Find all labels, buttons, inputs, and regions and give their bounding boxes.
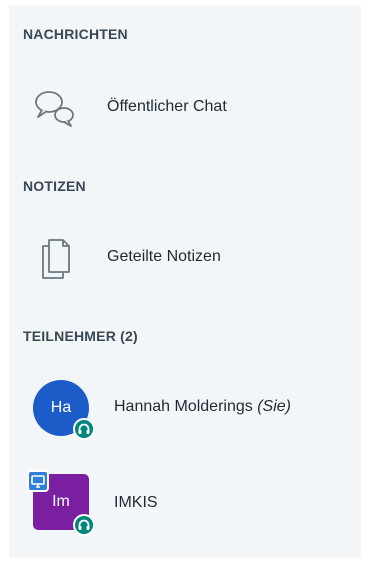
participant-item[interactable]: Ha Hannah Molderings (Sie) — [9, 376, 361, 442]
avatar-initials: Im — [52, 493, 70, 510]
self-indicator: (Sie) — [257, 398, 291, 415]
participant-name-line: IMKIS — [114, 494, 158, 512]
public-chat-item[interactable]: Öffentlicher Chat — [9, 78, 361, 138]
section-title-messages: NACHRICHTEN — [23, 26, 128, 42]
headset-icon — [73, 514, 95, 536]
document-icon — [33, 236, 79, 280]
shared-notes-label: Geteilte Notizen — [107, 248, 221, 265]
shared-notes-item[interactable]: Geteilte Notizen — [9, 228, 361, 288]
participant-name-line: Hannah Molderings (Sie) — [114, 398, 291, 416]
participant-name: Hannah Molderings — [114, 398, 253, 415]
participant-name: IMKIS — [114, 494, 158, 511]
public-chat-label: Öffentlicher Chat — [107, 98, 227, 115]
participant-item[interactable]: Im IMKIS — [9, 470, 361, 536]
chat-bubbles-icon — [33, 86, 79, 130]
section-title-participants: TEILNEHMER (2) — [23, 328, 138, 344]
headset-icon — [73, 418, 95, 440]
user-list-panel: NACHRICHTEN Öffentlicher Chat NOTIZEN Ge… — [9, 6, 361, 558]
section-title-notes: NOTIZEN — [23, 178, 86, 194]
presenter-icon — [27, 470, 49, 492]
avatar-initials: Ha — [50, 399, 72, 416]
